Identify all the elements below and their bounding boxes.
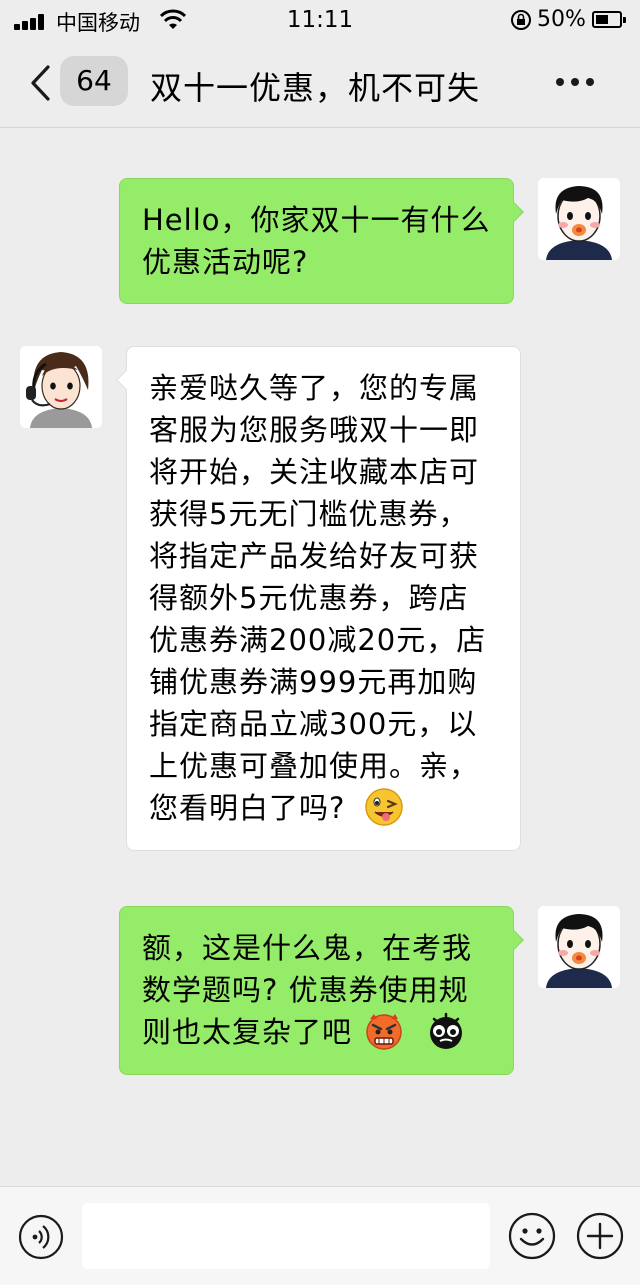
my-avatar[interactable]	[538, 906, 620, 988]
message-bubble-outgoing[interactable]: Hello，你家双十一有什么优惠活动呢?	[119, 178, 524, 304]
chevron-left-icon[interactable]	[28, 64, 52, 102]
smiley-icon[interactable]	[508, 1212, 556, 1260]
wink-tongue-emoji	[364, 788, 403, 826]
chat-header: 64 双十一优惠，机不可失	[0, 40, 640, 128]
plus-icon[interactable]	[576, 1212, 624, 1260]
message-text: 额，这是什么鬼，在考我数学题吗? 优惠券使用规则也太复杂了吧	[142, 931, 473, 1049]
customer-service-agent-avatar-icon	[20, 346, 102, 428]
message-text: 亲爱哒久等了，您的专属客服为您服务哦双十一即将开始，关注收藏本店可获得5元无门槛…	[149, 371, 487, 825]
angry-face-emoji	[366, 1014, 402, 1050]
message-bubble-outgoing[interactable]: 额，这是什么鬼，在考我数学题吗? 优惠券使用规则也太复杂了吧	[119, 906, 524, 1075]
agent-avatar[interactable]	[20, 346, 102, 428]
black-bomb-face-emoji	[430, 1012, 463, 1049]
boy-avatar-icon	[538, 906, 620, 988]
status-bar: 中国移动 11:11 50%	[0, 0, 640, 40]
message-text: Hello，你家双十一有什么优惠活动呢?	[142, 203, 491, 279]
battery-level	[596, 15, 608, 24]
unread-count-badge[interactable]: 64	[60, 56, 128, 106]
more-dots-icon[interactable]	[556, 78, 594, 88]
chat-title: 双十一优惠，机不可失	[150, 69, 481, 107]
chat-input-bar	[0, 1186, 640, 1285]
message-input[interactable]	[82, 1203, 490, 1269]
boy-avatar-icon	[538, 178, 620, 260]
my-avatar[interactable]	[538, 178, 620, 260]
battery-percentage: 50%	[537, 7, 586, 32]
rotation-lock-icon	[511, 10, 531, 30]
battery-icon	[592, 11, 626, 28]
message-bubble-incoming[interactable]: 亲爱哒久等了，您的专属客服为您服务哦双十一即将开始，关注收藏本店可获得5元无门槛…	[116, 346, 521, 851]
voice-icon[interactable]	[18, 1214, 64, 1260]
